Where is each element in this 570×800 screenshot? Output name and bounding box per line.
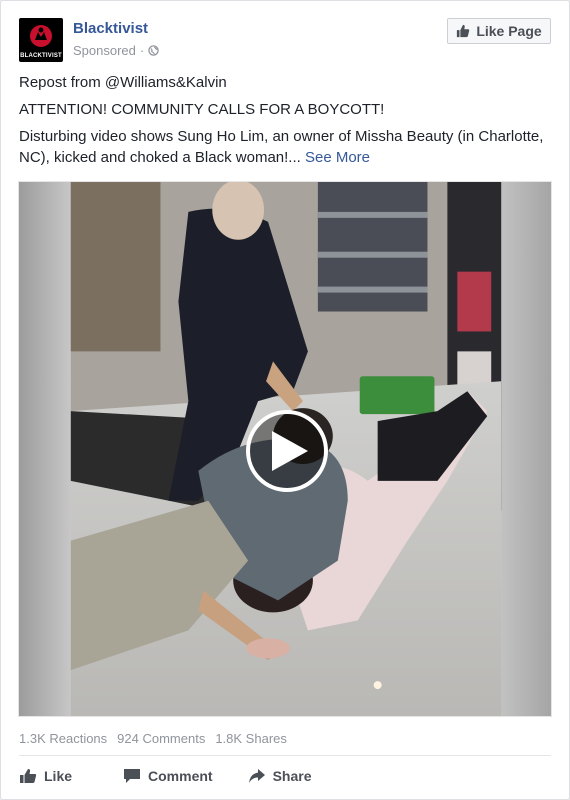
comment-label: Comment xyxy=(148,768,213,784)
blacktivist-logo-icon xyxy=(30,25,52,47)
play-button[interactable] xyxy=(246,410,328,492)
page-name-link[interactable]: Blacktivist xyxy=(73,20,148,37)
divider xyxy=(19,755,551,756)
share-icon xyxy=(248,769,265,783)
repost-line: Repost from @Williams&Kalvin xyxy=(19,74,227,91)
like-button[interactable]: Like xyxy=(19,766,72,786)
engagement-stats: 1.3K Reactions 924 Comments 1.8K Shares xyxy=(19,731,287,746)
share-label: Share xyxy=(272,768,312,784)
globe-icon xyxy=(148,45,159,56)
post-header: BLACKTIVIST Blacktivist Sponsored · Like… xyxy=(19,18,551,62)
like-page-button[interactable]: Like Page xyxy=(447,18,551,44)
thumbs-up-icon xyxy=(457,24,470,38)
comment-button[interactable]: Comment xyxy=(123,766,213,786)
shares-count[interactable]: 1.8K Shares xyxy=(215,731,287,746)
share-button[interactable]: Share xyxy=(248,766,312,786)
video-player[interactable] xyxy=(18,181,552,717)
see-more-link[interactable]: See More xyxy=(305,149,370,166)
like-page-label: Like Page xyxy=(476,23,542,39)
sponsored-post: BLACKTIVIST Blacktivist Sponsored · Like… xyxy=(0,0,570,800)
sponsored-label: Sponsored · xyxy=(73,43,159,58)
page-avatar[interactable]: BLACKTIVIST xyxy=(19,18,63,62)
post-headline: ATTENTION! COMMUNITY CALLS FOR A BOYCOTT… xyxy=(19,101,385,118)
thumbs-up-icon xyxy=(20,769,37,783)
reactions-count[interactable]: 1.3K Reactions xyxy=(19,731,107,746)
comments-count[interactable]: 924 Comments xyxy=(117,731,205,746)
play-icon xyxy=(272,431,308,471)
comment-icon xyxy=(124,769,141,783)
logo-text: BLACKTIVIST xyxy=(20,53,62,59)
action-bar: Like Comment Share xyxy=(19,766,551,786)
post-body-text: Disturbing video shows Sung Ho Lim, an o… xyxy=(19,128,544,166)
like-label: Like xyxy=(44,768,73,784)
separator-dot: · xyxy=(139,43,145,58)
post-body: Disturbing video shows Sung Ho Lim, an o… xyxy=(19,126,551,168)
sponsored-text[interactable]: Sponsored xyxy=(73,43,136,58)
